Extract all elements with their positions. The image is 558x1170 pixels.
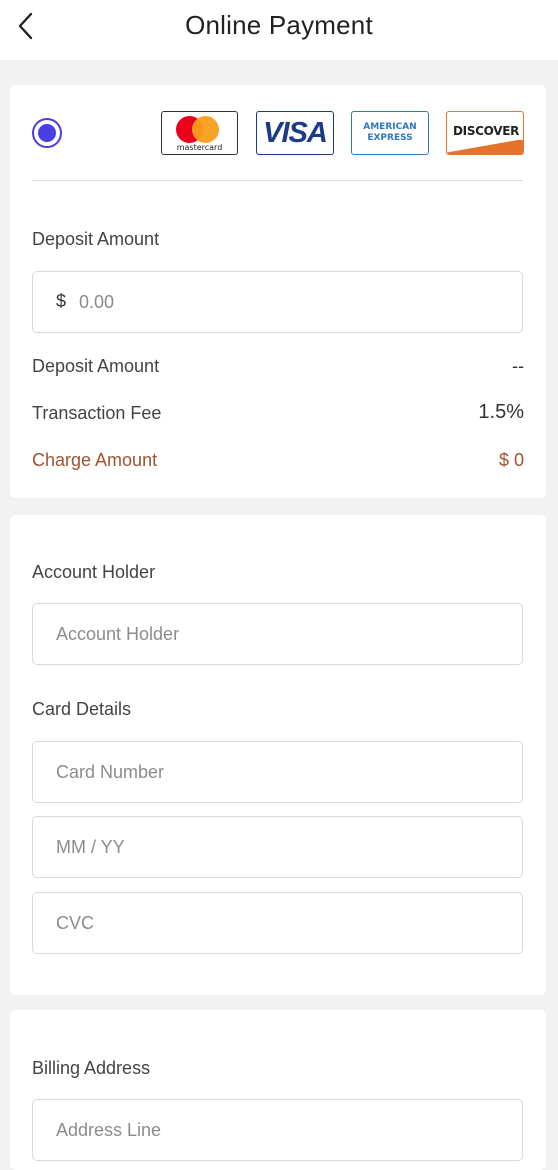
charge-amount-label: Charge Amount xyxy=(32,450,158,470)
visa-logo: VISA xyxy=(256,111,334,155)
summary-deposit-label: Deposit Amount xyxy=(32,356,160,376)
account-holder-input[interactable] xyxy=(56,604,496,664)
page-title: Online Payment xyxy=(185,10,373,40)
charge-amount-value: $ 0 xyxy=(498,450,524,470)
card-details-label: Card Details xyxy=(32,699,132,719)
billing-address-label: Billing Address xyxy=(32,1058,151,1078)
radio-selected-dot xyxy=(38,124,56,142)
discover-wordmark: DISCOVER xyxy=(453,124,520,138)
header-bar: Online Payment xyxy=(0,0,558,60)
visa-wordmark: VISA xyxy=(263,117,328,149)
discover-orange-band xyxy=(447,140,523,154)
summary-deposit-value: -- xyxy=(512,356,524,376)
transaction-fee-value: 1.5% xyxy=(478,401,524,423)
expiry-field[interactable] xyxy=(32,816,523,878)
address-line-input[interactable] xyxy=(56,1100,496,1160)
cvc-field[interactable] xyxy=(32,892,523,954)
cvc-input[interactable] xyxy=(56,893,496,953)
transaction-fee-label: Transaction Fee xyxy=(32,403,162,423)
expiry-input[interactable] xyxy=(56,817,496,877)
deposit-amount-field[interactable]: $ xyxy=(32,271,523,333)
currency-symbol: $ xyxy=(56,291,67,311)
discover-logo: DISCOVER xyxy=(446,111,524,155)
amex-line1: AMERICAN xyxy=(363,122,417,132)
payment-method-radio[interactable] xyxy=(32,118,62,148)
account-holder-label: Account Holder xyxy=(32,562,156,582)
amex-logo: AMERICAN EXPRESS xyxy=(351,111,429,155)
billing-card: Billing Address xyxy=(10,1010,546,1170)
deposit-card: mastercard VISA AMERICAN EXPRESS DISCOVE… xyxy=(10,85,546,498)
mastercard-logo: mastercard xyxy=(161,111,238,155)
amex-wordmark: AMERICAN EXPRESS xyxy=(352,122,428,144)
mastercard-wordmark: mastercard xyxy=(176,143,223,152)
account-holder-field[interactable] xyxy=(32,603,523,665)
deposit-amount-input[interactable] xyxy=(79,272,519,332)
mastercard-yellow-circle xyxy=(192,116,219,143)
deposit-amount-label: Deposit Amount xyxy=(32,229,160,249)
card-number-input[interactable] xyxy=(56,742,496,802)
account-card: Account Holder Card Details xyxy=(10,515,546,995)
amex-line2: EXPRESS xyxy=(367,133,413,143)
card-number-field[interactable] xyxy=(32,741,523,803)
divider xyxy=(32,180,523,181)
